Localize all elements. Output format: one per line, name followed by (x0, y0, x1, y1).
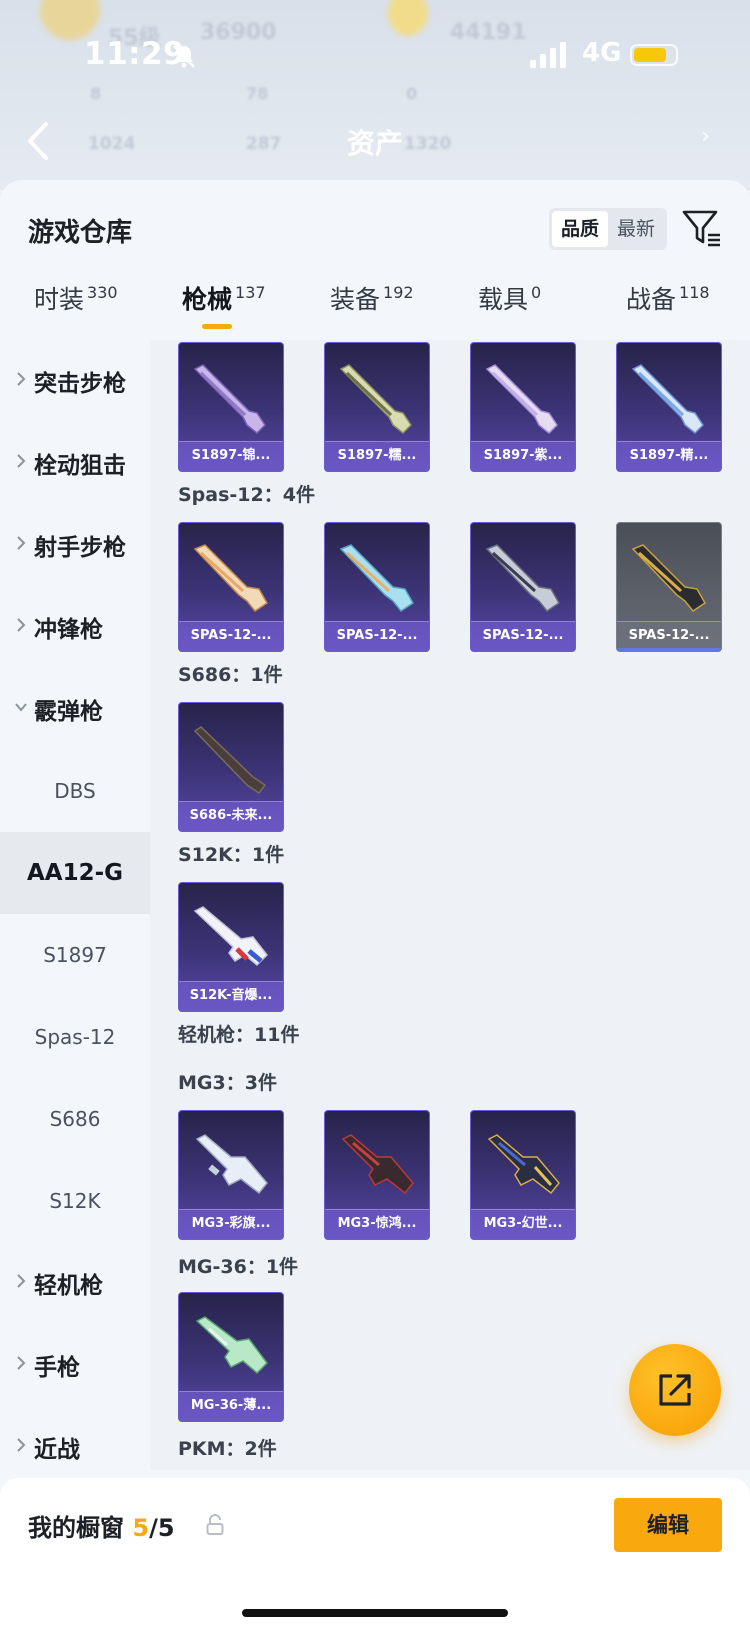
machine-gun-icon (487, 1134, 560, 1195)
chevron-right-icon (17, 1356, 26, 1370)
group-label-spas12: Spas-12：4件 (178, 484, 315, 506)
sidebar-sub-s12k[interactable]: S12K (0, 1160, 150, 1242)
tab-equipment[interactable]: 装备 192 (330, 280, 414, 340)
shotgun-icon (339, 544, 414, 613)
weapon-card[interactable]: SPAS-12-... (178, 522, 284, 652)
sort-latest-button[interactable]: 最新 (608, 211, 664, 247)
network-type: 4G (582, 38, 622, 68)
mute-bell-icon (173, 45, 195, 68)
showcase-bar: 我的橱窗 5/5 编辑 (0, 1478, 750, 1630)
weapon-card[interactable]: S1897-糯... (324, 342, 430, 472)
shotgun-icon (193, 364, 266, 435)
chevron-right-icon (17, 618, 26, 632)
group-label-mg36: MG-36：1件 (178, 1256, 299, 1278)
shotgun-icon (485, 364, 558, 435)
weapon-card[interactable]: MG3-惊鸿... (324, 1110, 430, 1240)
weapon-card[interactable]: SPAS-12-... (324, 522, 430, 652)
tab-supplies[interactable]: 战备 118 (626, 280, 710, 340)
chevron-right-icon (17, 1438, 26, 1452)
group-label-pkm: PKM：2件 (178, 1438, 277, 1460)
shotgun-icon (193, 544, 268, 613)
category-tabs: 时装 330 枪械 137 装备 192 载具 0 战备 118 (0, 280, 750, 340)
sidebar-sub-s686[interactable]: S686 (0, 1078, 150, 1160)
machine-gun-icon (195, 1316, 268, 1375)
stat-c: 0 (406, 84, 418, 103)
page-title: 资产 (346, 127, 403, 160)
machine-gun-icon (195, 1134, 268, 1195)
sort-toggle: 品质 最新 (549, 208, 667, 250)
showcase-total-count: /5 (149, 1514, 175, 1542)
weapon-card[interactable]: SPAS-12-... (616, 522, 722, 652)
shotgun-icon (631, 544, 706, 613)
weapon-card[interactable]: S1897-锦... (178, 342, 284, 472)
sidebar-item-marksman-rifles[interactable]: 射手步枪 (0, 504, 150, 586)
stat-b: 78 (246, 84, 269, 103)
tab-firearms[interactable]: 枪械 137 (182, 280, 266, 340)
stat-a: 8 (90, 84, 102, 103)
shotgun-icon (485, 544, 560, 613)
weapon-card[interactable]: S686-未来... (178, 702, 284, 832)
sidebar-sub-spas12[interactable]: Spas-12 (0, 996, 150, 1078)
sidebar-item-pistols[interactable]: 手枪 (0, 1324, 150, 1406)
weapon-card[interactable]: SPAS-12-... (470, 522, 576, 652)
lock-icon (206, 1514, 224, 1535)
group-label-lmg: 轻机枪：11件 (178, 1024, 300, 1046)
sidebar-item-shotguns[interactable]: 霰弹枪 (0, 668, 150, 750)
tab-fashion[interactable]: 时装 330 (34, 280, 118, 340)
shotgun-icon (193, 726, 267, 795)
share-external-icon (659, 1374, 691, 1406)
weapon-card[interactable]: MG3-幻世... (470, 1110, 576, 1240)
shotgun-icon (339, 364, 412, 435)
group-label-s12k: S12K：1件 (178, 844, 285, 866)
signal-icon (530, 42, 566, 68)
weapon-category-sidebar: 突击步枪 栓动狙击 射手步枪 冲锋枪 霰弹枪 DBS AA12-G S1897 … (0, 340, 150, 1470)
active-tab-indicator (202, 324, 232, 329)
sidebar-sub-dbs[interactable]: DBS (0, 750, 150, 832)
top-nav: 资产 › (0, 112, 750, 172)
showcase-label: 我的橱窗 5/5 (28, 1514, 175, 1542)
background-header: 55级 36900 44191 8 78 0 1024 287 1320 11:… (0, 0, 750, 190)
weapon-card[interactable]: S1897-紫... (470, 342, 576, 472)
sidebar-item-assault-rifles[interactable]: 突击步枪 (0, 340, 150, 422)
group-label-mg3: MG3：3件 (178, 1072, 277, 1094)
share-button[interactable] (629, 1344, 721, 1436)
edit-button[interactable]: 编辑 (614, 1498, 722, 1552)
sort-quality-button[interactable]: 品质 (552, 211, 608, 247)
sidebar-item-smgs[interactable]: 冲锋枪 (0, 586, 150, 668)
weapon-card[interactable]: S12K-音爆... (178, 882, 284, 1012)
chevron-right-icon (17, 372, 26, 386)
sidebar-item-lmgs[interactable]: 轻机枪 (0, 1242, 150, 1324)
weapon-card[interactable]: MG3-彩旗... (178, 1110, 284, 1240)
tab-vehicles[interactable]: 载具 0 (478, 280, 541, 340)
sidebar-item-bolt-snipers[interactable]: 栓动狙击 (0, 422, 150, 504)
sidebar-sub-s1897[interactable]: S1897 (0, 914, 150, 996)
machine-gun-icon (341, 1134, 414, 1195)
weapon-card[interactable]: S1897-精... (616, 342, 722, 472)
battery-icon (630, 44, 678, 66)
home-indicator (242, 1609, 508, 1617)
weapon-card[interactable]: MG-36-薄... (178, 1292, 284, 1422)
showcase-current-count: 5 (132, 1514, 150, 1542)
sidebar-item-melee[interactable]: 近战 (0, 1406, 150, 1488)
shotgun-icon (631, 364, 704, 435)
chevron-right-icon (17, 536, 26, 550)
group-label-s686: S686：1件 (178, 664, 283, 686)
chevron-right-icon (17, 454, 26, 468)
filter-icon[interactable] (682, 208, 722, 248)
shotgun-icon (193, 906, 268, 967)
chevron-down-icon (15, 703, 27, 712)
chevron-right-icon[interactable]: › (701, 124, 710, 149)
sidebar-sub-aa12g[interactable]: AA12-G (0, 832, 150, 914)
chevron-right-icon (17, 1274, 26, 1288)
weapon-grid: S1897-锦... S1897-糯... S1897-紫... S1897-精… (150, 340, 750, 1470)
sheet-title: 游戏仓库 (28, 218, 133, 248)
status-bar: 11:29 4G (0, 30, 750, 80)
